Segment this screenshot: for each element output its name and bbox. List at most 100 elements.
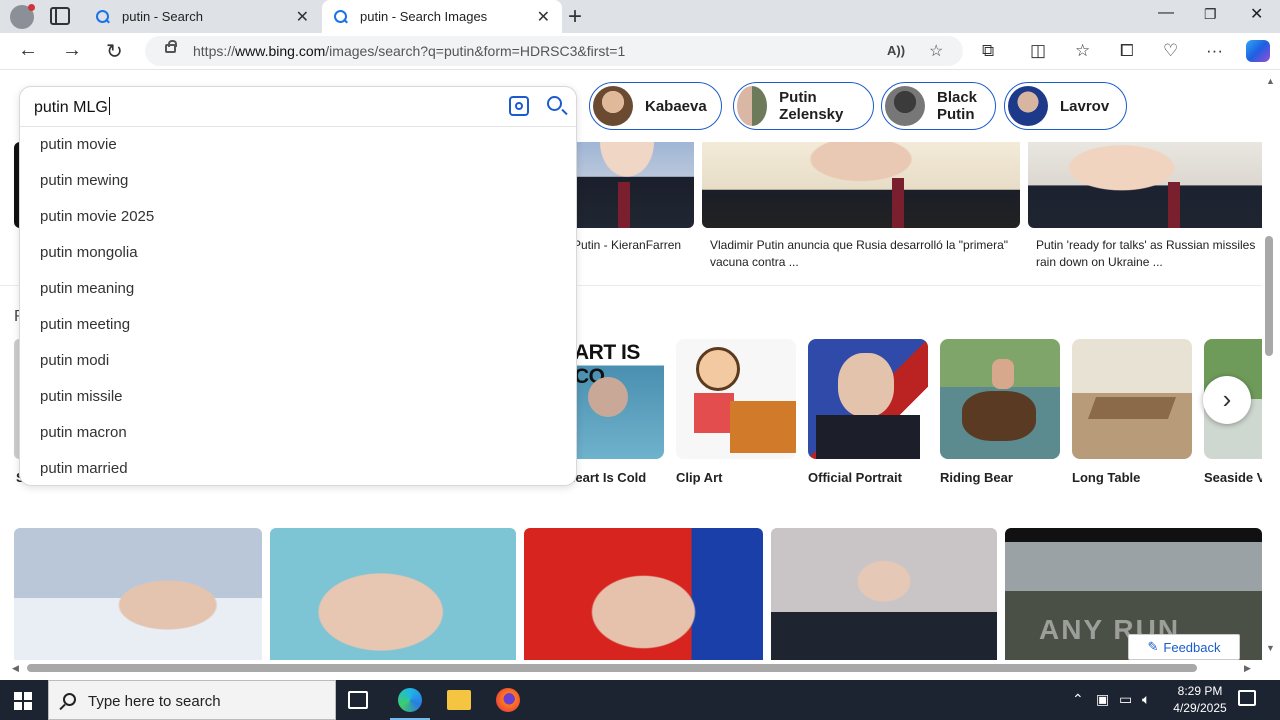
result-image[interactable] [270,528,516,668]
related-label[interactable]: Riding Bear [940,470,1013,485]
related-thumb[interactable] [1072,339,1192,459]
result-image[interactable] [524,528,763,668]
related-label[interactable]: Heart Is Cold [566,470,646,485]
minimize-icon[interactable]: — [1158,4,1174,22]
suggestion-item[interactable]: putin meeting [40,316,130,333]
query-chip-kabaeva[interactable]: Kabaeva [589,82,722,130]
horizontal-scroll-thumb[interactable] [27,664,1197,672]
suggestion-item[interactable]: putin married [40,460,128,477]
clock-date: 4/29/2025 [1173,701,1227,715]
scroll-left-arrow-icon[interactable]: ◀ [12,663,19,674]
refresh-icon[interactable]: ↻ [106,39,123,64]
windows-start-icon[interactable] [14,692,32,710]
suggestion-item[interactable]: putin meaning [40,280,134,297]
related-thumb[interactable] [940,339,1060,459]
result-image[interactable] [14,528,262,668]
show-hidden-icons-icon[interactable]: ⌃ [1072,691,1084,708]
collections-icon[interactable]: ⧠ [1120,41,1134,61]
related-label[interactable]: Official Portrait [808,470,902,485]
carousel-next-icon[interactable]: › [1203,376,1251,424]
related-thumb[interactable] [808,339,928,459]
address-bar[interactable]: https://www.bing.com/images/search?q=put… [145,36,963,66]
result-image[interactable] [702,142,1020,228]
vertical-scroll-thumb[interactable] [1265,236,1273,356]
close-window-icon[interactable]: ✕ [1250,4,1263,24]
related-label[interactable]: Long Table [1072,470,1140,485]
back-icon[interactable]: ← [18,39,38,62]
chip-label: Kabaeva [645,97,707,115]
forward-icon[interactable]: → [62,39,82,62]
suggestion-item[interactable]: putin movie 2025 [40,208,154,225]
feedback-icon: ✎ [1147,639,1159,654]
profile-avatar-icon[interactable] [10,4,35,29]
clock-time: 8:29 PM [1177,684,1223,698]
result-caption[interactable]: Vladimir Putin anuncia que Rusia desarro… [710,237,1010,271]
search-icon[interactable] [547,96,562,111]
restore-icon[interactable]: ❐ [1204,6,1217,23]
suggestion-item[interactable]: putin movie [40,136,117,153]
search-input[interactable]: putin MLG [34,97,110,117]
search-favicon-icon [334,9,348,24]
tab-putin-search-images[interactable]: putin - Search Images ✕ [322,0,562,33]
feedback-button[interactable]: ✎ Feedback [1128,634,1240,660]
tab-label: putin - Search [122,9,203,24]
browser-essentials-icon[interactable]: ♡ [1163,41,1178,61]
copilot-icon[interactable] [1246,40,1270,62]
network-icon[interactable]: ▭ [1119,691,1132,708]
file-explorer-icon[interactable] [447,690,471,710]
edge-browser-icon[interactable] [390,688,430,720]
related-thumb[interactable] [676,339,796,459]
search-divider [20,126,576,127]
system-clock[interactable]: 8:29 PM 4/29/2025 [1165,683,1235,717]
chip-thumbnail [885,86,925,126]
scroll-up-arrow-icon[interactable]: ▲ [1266,76,1275,86]
query-chip-putin-zelensky[interactable]: Putin Zelensky [733,82,874,130]
split-screen-icon[interactable]: ◫ [1030,41,1046,61]
result-image[interactable] [1028,142,1262,228]
suggestion-item[interactable]: putin mewing [40,172,128,189]
favorite-star-icon[interactable]: ☆ [929,41,943,61]
result-caption[interactable]: Putin - KieranFarren [573,237,681,254]
browser-toolbar: ← → ↻ https://www.bing.com/images/search… [0,33,1280,70]
extensions-icon[interactable]: ⧉ [982,41,994,61]
taskbar-search-placeholder: Type here to search [88,693,221,710]
related-label[interactable]: Seaside V [1204,470,1265,485]
result-image[interactable] [771,528,997,668]
scroll-down-arrow-icon[interactable]: ▼ [1266,643,1275,653]
volume-icon[interactable]: 🔈︎ [1142,691,1150,708]
query-chip-lavrov[interactable]: Lavrov [1004,82,1127,130]
scroll-right-arrow-icon[interactable]: ▶ [1244,663,1251,674]
tab-close-icon[interactable]: ✕ [296,7,309,27]
query-chip-black-putin[interactable]: Black Putin [881,82,996,130]
firefox-icon[interactable] [496,688,520,712]
chip-label: Putin Zelensky [779,89,844,123]
taskbar-search-box[interactable]: Type here to search [48,680,336,720]
vertical-scrollbar[interactable] [1262,70,1280,660]
suggestion-item[interactable]: putin modi [40,352,109,369]
feedback-label: Feedback [1163,639,1221,655]
task-view-icon[interactable] [348,691,368,709]
related-label[interactable]: Clip Art [676,470,722,485]
tab-close-icon[interactable]: ✕ [537,7,550,27]
search-icon [63,693,76,706]
suggestion-item[interactable]: putin mongolia [40,244,138,261]
device-icon[interactable]: ▣ [1096,691,1109,708]
tab-label: putin - Search Images [360,9,488,24]
suggestion-item[interactable]: putin missile [40,388,123,405]
more-menu-icon[interactable]: ··· [1206,41,1223,61]
result-image[interactable] [560,142,694,228]
notification-center-icon[interactable] [1238,690,1256,706]
new-tab-button[interactable]: + [568,3,582,31]
read-aloud-icon[interactable]: A)) [887,43,905,58]
bing-images-page: Putin - KieranFarren Vladimir Putin anun… [0,70,1280,680]
chip-label: Black Putin [937,89,978,123]
url-text[interactable]: https://www.bing.com/images/search?q=put… [193,43,625,59]
lock-icon[interactable] [165,40,177,53]
tab-actions-icon[interactable] [50,7,70,25]
result-caption[interactable]: Putin 'ready for talks' as Russian missi… [1036,237,1256,271]
suggestion-item[interactable]: putin macron [40,424,127,441]
tab-putin-search[interactable]: putin - Search ✕ [84,0,321,33]
search-favicon-icon [96,9,110,24]
visual-search-icon[interactable] [509,96,529,116]
favorites-icon[interactable]: ☆ [1075,41,1090,61]
